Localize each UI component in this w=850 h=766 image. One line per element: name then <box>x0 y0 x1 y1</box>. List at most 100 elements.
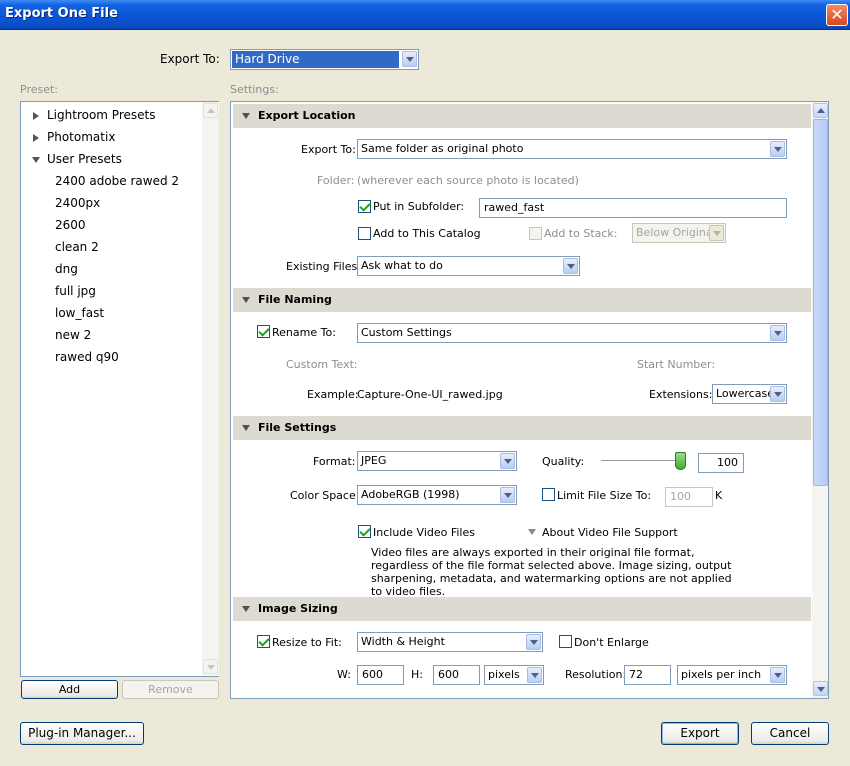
export-location-value: Same folder as original photo <box>361 142 524 155</box>
chevron-down-icon[interactable] <box>770 667 785 683</box>
expand-triangle-icon[interactable] <box>33 134 39 142</box>
height-input[interactable]: 600 <box>433 665 480 685</box>
tree-item-photomatix[interactable]: Photomatix <box>47 130 115 144</box>
color-space-value: AdobeRGB (1998) <box>361 488 460 501</box>
scroll-down-icon[interactable] <box>203 659 218 674</box>
collapse-triangle-icon <box>242 425 250 431</box>
title-bar: Export One File ✕ <box>0 0 850 30</box>
custom-text-label: Custom Text: <box>286 358 358 371</box>
chevron-down-icon[interactable] <box>500 453 515 469</box>
close-icon[interactable]: ✕ <box>826 4 848 26</box>
collapse-triangle-icon <box>242 113 250 119</box>
chevron-down-icon[interactable] <box>500 487 515 503</box>
subfolder-checkbox[interactable] <box>358 200 371 213</box>
add-catalog-checkbox[interactable] <box>358 227 371 240</box>
section-title: File Naming <box>258 293 332 306</box>
export-to-label: Export To: <box>301 143 356 156</box>
chevron-down-icon[interactable] <box>527 667 542 683</box>
window-title: Export One File <box>5 6 118 21</box>
resolution-units-dropdown[interactable]: pixels per inch <box>677 665 787 685</box>
section-file-settings[interactable]: File Settings <box>233 416 811 440</box>
export-to-dropdown[interactable]: Hard Drive <box>230 49 419 70</box>
add-preset-button[interactable]: Add <box>21 680 118 699</box>
color-space-dropdown[interactable]: AdobeRGB (1998) <box>357 485 517 505</box>
add-stack-checkbox[interactable] <box>529 227 542 240</box>
collapse-triangle-icon[interactable] <box>32 157 40 163</box>
preset-tree[interactable]: Lightroom Presets Photomatix User Preset… <box>20 101 219 677</box>
section-title: Image Sizing <box>258 602 338 615</box>
resize-dropdown[interactable]: Width & Height <box>357 632 543 652</box>
plugin-manager-button[interactable]: Plug-in Manager... <box>20 722 144 745</box>
scroll-thumb[interactable] <box>813 119 828 486</box>
chevron-down-icon[interactable] <box>770 325 785 341</box>
preset-item[interactable]: new 2 <box>55 328 91 342</box>
section-title: File Settings <box>258 421 337 434</box>
add-stack-label: Add to Stack: <box>544 227 618 240</box>
preset-scrollbar[interactable] <box>202 102 219 676</box>
tree-item-lightroom-presets[interactable]: Lightroom Presets <box>47 108 155 122</box>
width-label: W: <box>337 668 351 681</box>
width-input[interactable]: 600 <box>357 665 404 685</box>
chevron-down-icon[interactable] <box>563 258 578 274</box>
scroll-up-icon[interactable] <box>813 103 828 118</box>
about-video-label[interactable]: About Video File Support <box>542 526 678 539</box>
preset-item[interactable]: 2400px <box>55 196 100 210</box>
expand-triangle-icon[interactable] <box>33 112 39 120</box>
quality-slider[interactable] <box>601 452 686 474</box>
folder-value: (wherever each source photo is located) <box>357 174 579 187</box>
format-value: JPEG <box>361 454 387 467</box>
add-catalog-label: Add to This Catalog <box>373 227 481 240</box>
chevron-down-icon[interactable] <box>709 225 724 241</box>
scroll-down-icon[interactable] <box>813 681 828 696</box>
format-dropdown[interactable]: JPEG <box>357 451 517 471</box>
size-units-dropdown[interactable]: pixels <box>484 665 544 685</box>
export-button[interactable]: Export <box>661 722 739 745</box>
resolution-input[interactable]: 72 <box>624 665 671 685</box>
preset-item[interactable]: 2400 adobe rawed 2 <box>55 174 179 188</box>
limit-size-unit: K <box>715 489 723 502</box>
export-location-dropdown[interactable]: Same folder as original photo <box>357 139 787 159</box>
chevron-down-icon[interactable] <box>770 141 785 157</box>
rename-dropdown[interactable]: Custom Settings <box>357 323 787 343</box>
limit-size-input[interactable]: 100 <box>665 487 713 507</box>
preset-item[interactable]: dng <box>55 262 78 276</box>
include-video-label: Include Video Files <box>373 526 475 539</box>
settings-scrollbar[interactable] <box>812 102 828 698</box>
resolution-units-value: pixels per inch <box>681 668 762 681</box>
dont-enlarge-checkbox[interactable] <box>559 635 572 648</box>
cancel-button[interactable]: Cancel <box>751 722 829 745</box>
chevron-down-icon[interactable] <box>770 386 785 402</box>
folder-label: Folder: <box>317 174 355 187</box>
existing-files-value: Ask what to do <box>361 259 443 272</box>
preset-item[interactable]: 2600 <box>55 218 86 232</box>
slider-track <box>601 460 686 462</box>
remove-preset-button[interactable]: Remove <box>122 680 219 699</box>
section-export-location[interactable]: Export Location <box>233 104 811 128</box>
rename-checkbox[interactable] <box>257 325 270 338</box>
chevron-down-icon[interactable] <box>402 51 417 67</box>
add-stack-dropdown[interactable]: Below Original <box>632 223 726 243</box>
tree-item-user-presets[interactable]: User Presets <box>47 152 122 166</box>
limit-size-label: Limit File Size To: <box>557 489 652 502</box>
section-image-sizing[interactable]: Image Sizing <box>233 597 811 621</box>
preset-item[interactable]: low_fast <box>55 306 104 320</box>
size-units-value: pixels <box>488 668 520 681</box>
chevron-down-icon[interactable] <box>526 634 541 650</box>
disclosure-triangle-icon[interactable] <box>528 529 536 535</box>
rename-label: Rename To: <box>272 326 336 339</box>
subfolder-input[interactable]: rawed_fast <box>479 198 787 218</box>
preset-item[interactable]: full jpg <box>55 284 96 298</box>
add-stack-value: Below Original <box>636 226 716 239</box>
slider-thumb[interactable] <box>675 452 686 470</box>
quality-input[interactable]: 100 <box>698 453 744 473</box>
include-video-checkbox[interactable] <box>358 525 371 538</box>
preset-item[interactable]: clean 2 <box>55 240 99 254</box>
scroll-up-icon[interactable] <box>203 103 218 118</box>
existing-files-dropdown[interactable]: Ask what to do <box>357 256 580 276</box>
extensions-dropdown[interactable]: Lowercase <box>712 384 787 404</box>
preset-item[interactable]: rawed q90 <box>55 350 119 364</box>
limit-size-checkbox[interactable] <box>542 488 555 501</box>
section-file-naming[interactable]: File Naming <box>233 288 811 312</box>
color-space-label: Color Space: <box>290 489 360 502</box>
resize-checkbox[interactable] <box>257 635 270 648</box>
